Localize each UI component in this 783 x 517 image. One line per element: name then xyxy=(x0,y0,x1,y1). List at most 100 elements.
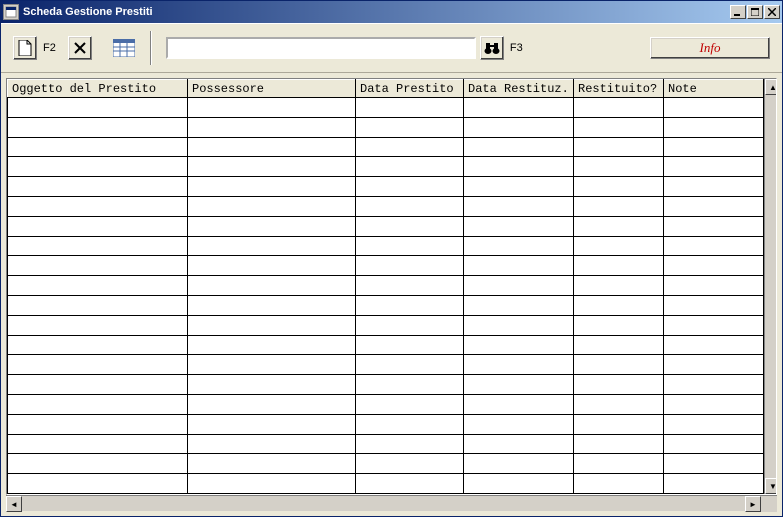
table-cell[interactable] xyxy=(574,177,664,197)
table-row[interactable] xyxy=(8,256,764,276)
table-row[interactable] xyxy=(8,434,764,454)
table-cell[interactable] xyxy=(356,355,464,375)
table-cell[interactable] xyxy=(8,355,188,375)
table-cell[interactable] xyxy=(574,394,664,414)
table-cell[interactable] xyxy=(8,375,188,395)
table-cell[interactable] xyxy=(574,454,664,474)
table-cell[interactable] xyxy=(574,474,664,494)
table-cell[interactable] xyxy=(8,474,188,494)
minimize-button[interactable] xyxy=(730,5,746,19)
table-row[interactable] xyxy=(8,196,764,216)
table-cell[interactable] xyxy=(574,315,664,335)
close-button[interactable] xyxy=(764,5,780,19)
table-cell[interactable] xyxy=(664,117,764,137)
table-cell[interactable] xyxy=(664,414,764,434)
table-cell[interactable] xyxy=(356,236,464,256)
table-row[interactable] xyxy=(8,216,764,236)
table-cell[interactable] xyxy=(664,98,764,118)
table-cell[interactable] xyxy=(356,117,464,137)
table-cell[interactable] xyxy=(664,454,764,474)
table-cell[interactable] xyxy=(464,117,574,137)
table-cell[interactable] xyxy=(188,216,356,236)
table-row[interactable] xyxy=(8,375,764,395)
table-cell[interactable] xyxy=(8,236,188,256)
table-button[interactable] xyxy=(112,36,136,60)
table-cell[interactable] xyxy=(188,454,356,474)
table-cell[interactable] xyxy=(188,157,356,177)
table-cell[interactable] xyxy=(356,256,464,276)
table-row[interactable] xyxy=(8,474,764,494)
table-cell[interactable] xyxy=(188,414,356,434)
table-cell[interactable] xyxy=(188,474,356,494)
table-cell[interactable] xyxy=(574,137,664,157)
table-cell[interactable] xyxy=(664,355,764,375)
table-cell[interactable] xyxy=(188,117,356,137)
table-row[interactable] xyxy=(8,295,764,315)
table-cell[interactable] xyxy=(356,474,464,494)
table-cell[interactable] xyxy=(664,474,764,494)
table-cell[interactable] xyxy=(188,196,356,216)
table-cell[interactable] xyxy=(464,355,574,375)
table-cell[interactable] xyxy=(8,157,188,177)
table-cell[interactable] xyxy=(574,98,664,118)
table-cell[interactable] xyxy=(664,256,764,276)
table-cell[interactable] xyxy=(464,454,574,474)
column-header[interactable]: Data Prestito xyxy=(356,80,464,98)
horizontal-scrollbar[interactable]: ◄ ► xyxy=(6,495,777,511)
table-cell[interactable] xyxy=(574,355,664,375)
table-row[interactable] xyxy=(8,98,764,118)
table-cell[interactable] xyxy=(574,157,664,177)
table-cell[interactable] xyxy=(356,394,464,414)
table-cell[interactable] xyxy=(356,454,464,474)
table-cell[interactable] xyxy=(356,157,464,177)
table-cell[interactable] xyxy=(188,177,356,197)
maximize-button[interactable] xyxy=(747,5,763,19)
column-header[interactable]: Oggetto del Prestito xyxy=(8,80,188,98)
table-cell[interactable] xyxy=(464,196,574,216)
table-cell[interactable] xyxy=(664,315,764,335)
scroll-down-button[interactable]: ▼ xyxy=(765,478,777,494)
table-cell[interactable] xyxy=(464,394,574,414)
table-cell[interactable] xyxy=(464,157,574,177)
table-cell[interactable] xyxy=(574,196,664,216)
table-cell[interactable] xyxy=(664,375,764,395)
table-cell[interactable] xyxy=(664,276,764,296)
table-row[interactable] xyxy=(8,236,764,256)
table-cell[interactable] xyxy=(664,236,764,256)
column-header[interactable]: Restituito? xyxy=(574,80,664,98)
table-cell[interactable] xyxy=(574,295,664,315)
table-row[interactable] xyxy=(8,276,764,296)
table-cell[interactable] xyxy=(188,355,356,375)
scroll-track[interactable] xyxy=(22,496,745,511)
table-cell[interactable] xyxy=(356,414,464,434)
table-cell[interactable] xyxy=(574,276,664,296)
scroll-left-button[interactable]: ◄ xyxy=(6,496,22,512)
table-cell[interactable] xyxy=(574,335,664,355)
table-cell[interactable] xyxy=(464,474,574,494)
column-header[interactable]: Note xyxy=(664,80,764,98)
table-cell[interactable] xyxy=(664,196,764,216)
table-cell[interactable] xyxy=(8,335,188,355)
table-cell[interactable] xyxy=(464,216,574,236)
table-cell[interactable] xyxy=(356,177,464,197)
table-cell[interactable] xyxy=(8,414,188,434)
delete-button[interactable] xyxy=(68,36,92,60)
table-row[interactable] xyxy=(8,315,764,335)
table-cell[interactable] xyxy=(188,394,356,414)
table-cell[interactable] xyxy=(664,434,764,454)
table-cell[interactable] xyxy=(8,177,188,197)
table-cell[interactable] xyxy=(356,216,464,236)
table-row[interactable] xyxy=(8,335,764,355)
table-cell[interactable] xyxy=(356,137,464,157)
vertical-scrollbar[interactable]: ▲ ▼ xyxy=(764,79,776,494)
table-cell[interactable] xyxy=(356,434,464,454)
table-cell[interactable] xyxy=(188,375,356,395)
table-cell[interactable] xyxy=(8,295,188,315)
table-cell[interactable] xyxy=(8,434,188,454)
table-cell[interactable] xyxy=(8,196,188,216)
table-cell[interactable] xyxy=(464,236,574,256)
table-cell[interactable] xyxy=(188,236,356,256)
table-cell[interactable] xyxy=(356,375,464,395)
table-cell[interactable] xyxy=(664,295,764,315)
table-cell[interactable] xyxy=(464,137,574,157)
